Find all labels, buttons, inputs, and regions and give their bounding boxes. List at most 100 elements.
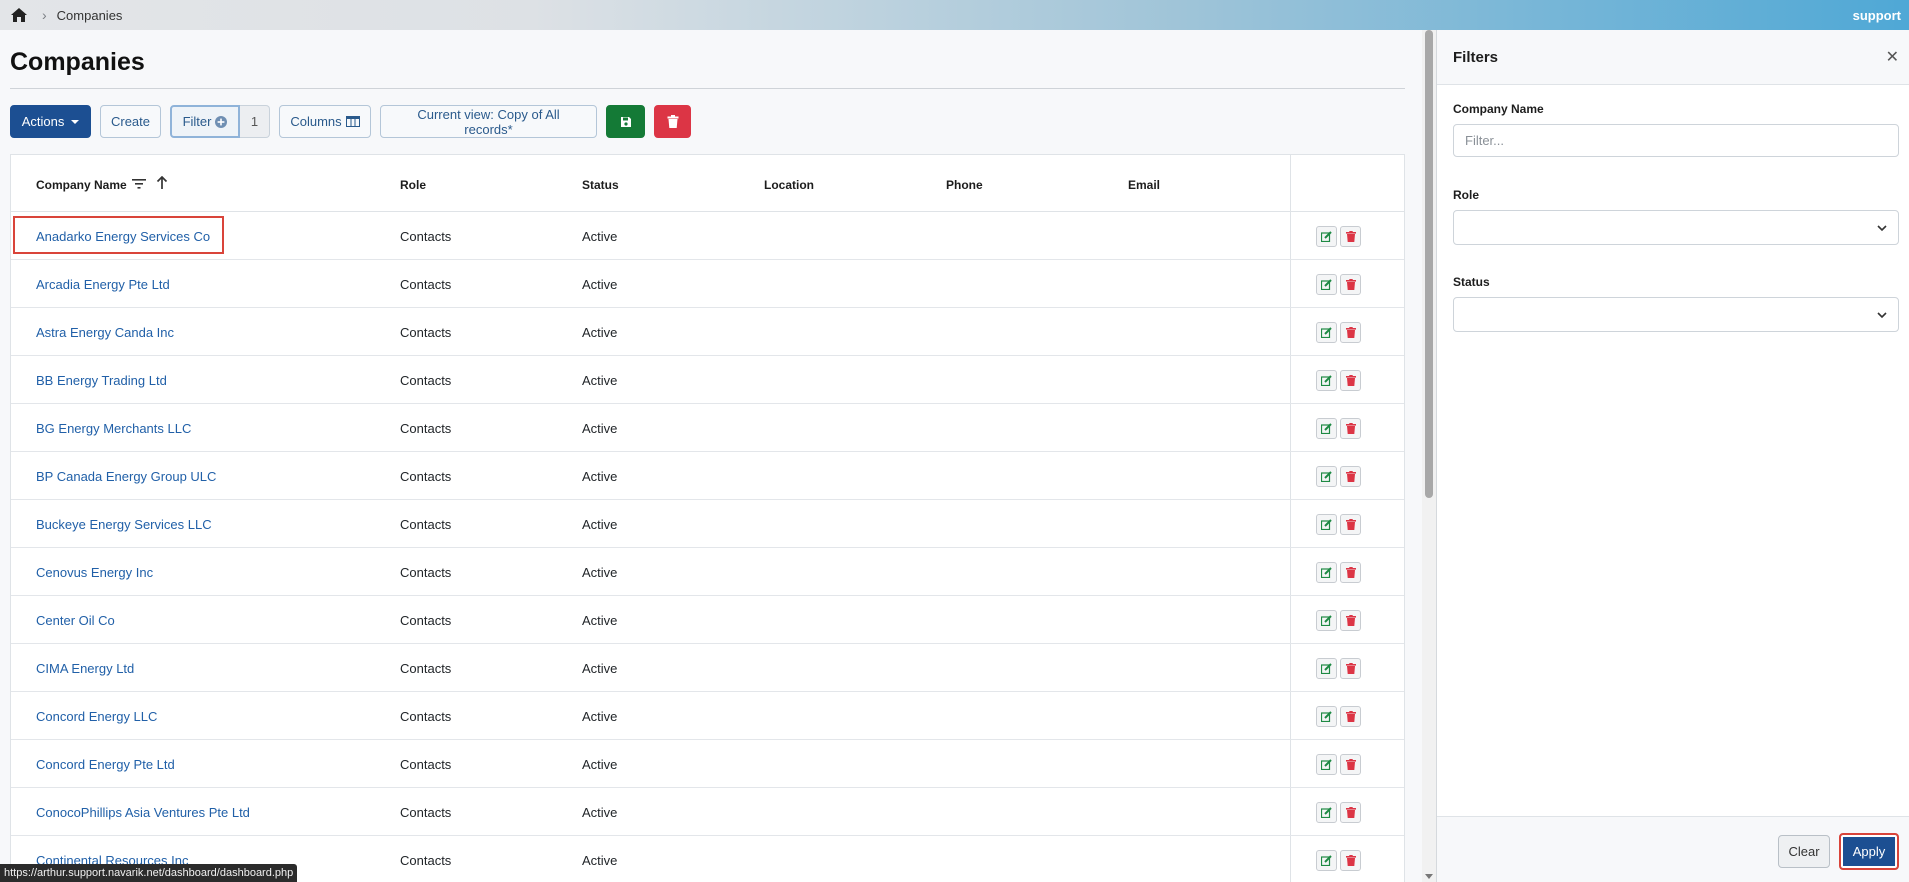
edit-icon[interactable]: [1316, 562, 1337, 583]
edit-icon[interactable]: [1316, 706, 1337, 727]
table-row[interactable]: Arcadia Energy Pte Ltd Contacts Active: [11, 260, 1404, 308]
table-row[interactable]: Concord Energy Pte Ltd Contacts Active: [11, 740, 1404, 788]
table-row[interactable]: CIMA Energy Ltd Contacts Active: [11, 644, 1404, 692]
table-row[interactable]: Astra Energy Canda Inc Contacts Active: [11, 308, 1404, 356]
save-view-button[interactable]: [606, 105, 645, 138]
status-cell: Active: [582, 613, 618, 628]
scroll-down-arrow-icon[interactable]: [1425, 874, 1433, 879]
trash-icon[interactable]: [1340, 562, 1361, 583]
company-name-link[interactable]: Astra Energy Canda Inc: [36, 325, 174, 340]
trash-icon[interactable]: [1340, 466, 1361, 487]
edit-icon[interactable]: [1316, 226, 1337, 247]
filter-button[interactable]: Filter: [170, 105, 240, 138]
filters-title: Filters: [1453, 49, 1499, 66]
role-cell: Contacts: [400, 565, 452, 580]
trash-icon[interactable]: [1340, 226, 1361, 247]
role-cell: Contacts: [400, 853, 452, 868]
columns-button[interactable]: Columns: [279, 105, 371, 138]
column-header-location[interactable]: Location: [764, 178, 814, 192]
company-name-link[interactable]: Anadarko Energy Services Co: [36, 229, 210, 244]
column-header-role[interactable]: Role: [400, 178, 426, 192]
column-header-status[interactable]: Status: [582, 178, 619, 192]
company-name-link[interactable]: ConocoPhillips Asia Ventures Pte Ltd: [36, 805, 250, 820]
delete-view-button[interactable]: [654, 105, 691, 138]
status-cell: Active: [582, 805, 618, 820]
company-name-link[interactable]: Concord Energy Pte Ltd: [36, 757, 175, 772]
company-name-link[interactable]: Concord Energy LLC: [36, 709, 157, 724]
table-row[interactable]: BP Canada Energy Group ULC Contacts Active: [11, 452, 1404, 500]
table-row[interactable]: Buckeye Energy Services LLC Contacts Activ…: [11, 500, 1404, 548]
company-name-link[interactable]: CIMA Energy Ltd: [36, 661, 134, 676]
trash-icon[interactable]: [1340, 322, 1361, 343]
edit-icon[interactable]: [1316, 850, 1337, 871]
row-actions: [1316, 706, 1364, 727]
home-icon[interactable]: [0, 0, 38, 30]
role-cell: Contacts: [400, 373, 452, 388]
trash-icon[interactable]: [1340, 754, 1361, 775]
title-divider: [10, 88, 1405, 89]
table-header: Company Name Role Status Location Phone …: [11, 155, 1404, 212]
trash-icon[interactable]: [1340, 418, 1361, 439]
edit-icon[interactable]: [1316, 322, 1337, 343]
table-row[interactable]: BB Energy Trading Ltd Contacts Active: [11, 356, 1404, 404]
table-row[interactable]: Cenovus Energy Inc Contacts Active: [11, 548, 1404, 596]
columns-label: Columns: [290, 114, 342, 129]
scrollbar-thumb[interactable]: [1425, 30, 1433, 498]
edit-icon[interactable]: [1316, 466, 1337, 487]
actions-button[interactable]: Actions: [10, 105, 91, 138]
edit-icon[interactable]: [1316, 754, 1337, 775]
filters-panel-header: Filters ✕: [1437, 30, 1909, 85]
company-name-link[interactable]: BP Canada Energy Group ULC: [36, 469, 216, 484]
role-label: Role: [1453, 188, 1480, 202]
table-row[interactable]: Concord Energy LLC Contacts Active: [11, 692, 1404, 740]
edit-icon[interactable]: [1316, 418, 1337, 439]
chevron-right-icon: ›: [42, 7, 47, 23]
row-actions: [1316, 466, 1364, 487]
clear-filters-button[interactable]: Clear: [1778, 835, 1830, 868]
company-name-link[interactable]: Center Oil Co: [36, 613, 115, 628]
table-row[interactable]: BG Energy Merchants LLC Contacts Active: [11, 404, 1404, 452]
trash-icon[interactable]: [1340, 850, 1361, 871]
edit-icon[interactable]: [1316, 514, 1337, 535]
trash-icon[interactable]: [1340, 706, 1361, 727]
company-name-link[interactable]: BB Energy Trading Ltd: [36, 373, 167, 388]
floppy-disk-icon: [620, 116, 632, 128]
trash-icon[interactable]: [1340, 802, 1361, 823]
company-name-filter-input[interactable]: [1453, 124, 1899, 157]
company-name-link[interactable]: Buckeye Energy Services LLC: [36, 517, 212, 532]
create-button[interactable]: Create: [100, 105, 161, 138]
close-icon[interactable]: ✕: [1886, 47, 1899, 67]
main-scrollbar[interactable]: [1422, 30, 1436, 882]
trash-icon[interactable]: [1340, 658, 1361, 679]
edit-icon[interactable]: [1316, 370, 1337, 391]
company-name-link[interactable]: Arcadia Energy Pte Ltd: [36, 277, 170, 292]
columns-icon: [345, 116, 360, 127]
edit-icon[interactable]: [1316, 658, 1337, 679]
edit-icon[interactable]: [1316, 274, 1337, 295]
trash-icon[interactable]: [1340, 514, 1361, 535]
sort-up-arrow-icon[interactable]: [156, 176, 168, 190]
table-row[interactable]: Anadarko Energy Services Co Contacts Activ…: [11, 212, 1404, 260]
table-row[interactable]: ConocoPhillips Asia Ventures Pte Ltd Cont…: [11, 788, 1404, 836]
apply-filters-button[interactable]: Apply: [1839, 833, 1899, 870]
filter-lines-icon[interactable]: [132, 178, 146, 190]
role-cell: Contacts: [400, 661, 452, 676]
column-header-company-name[interactable]: Company Name: [36, 178, 127, 192]
filter-count-badge: 1: [240, 105, 270, 138]
column-header-phone[interactable]: Phone: [946, 178, 983, 192]
edit-icon[interactable]: [1316, 802, 1337, 823]
trash-icon[interactable]: [1340, 610, 1361, 631]
trash-icon[interactable]: [1340, 274, 1361, 295]
column-header-email[interactable]: Email: [1128, 178, 1160, 192]
current-view-button[interactable]: Current view: Copy of All records*: [380, 105, 597, 138]
table-row[interactable]: Center Oil Co Contacts Active: [11, 596, 1404, 644]
row-actions: [1316, 226, 1364, 247]
status-select[interactable]: [1453, 297, 1899, 332]
role-select[interactable]: [1453, 210, 1899, 245]
top-bar: › Companies support: [0, 0, 1909, 30]
company-name-link[interactable]: Cenovus Energy Inc: [36, 565, 153, 580]
edit-icon[interactable]: [1316, 610, 1337, 631]
page-title: Companies: [10, 48, 145, 76]
trash-icon[interactable]: [1340, 370, 1361, 391]
company-name-link[interactable]: BG Energy Merchants LLC: [36, 421, 191, 436]
